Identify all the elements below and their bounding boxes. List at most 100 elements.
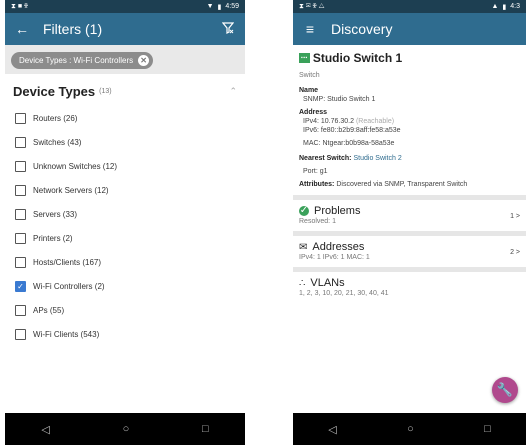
app-bar: ≡ Discovery — [293, 13, 526, 45]
option-label: Switches (43) — [33, 137, 82, 147]
vlans-section[interactable]: ∴ VLANs 1, 2, 3, 10, 20, 21, 30, 40, 41 — [293, 272, 526, 303]
status-time: 4:3 — [510, 3, 520, 10]
status-bar: ⧗ ■ ✠ ▼ ▮ 4:59 — [5, 0, 245, 13]
option-label: Hosts/Clients (167) — [33, 257, 102, 267]
discovery-phone: ⧗ ✉ ✠ △ ▲ ▮ 4:3 ≡ Discovery ▪▪▪ Studio S… — [293, 0, 526, 445]
option-aps[interactable]: APs (55) — [5, 298, 245, 322]
option-label: Printers (2) — [33, 233, 73, 243]
home-circle-icon[interactable]: ○ — [123, 423, 130, 435]
page-title: Discovery — [331, 21, 393, 37]
name-label: Name — [299, 87, 319, 94]
discovery-content: ▪▪▪ Studio Switch 1 Switch Name SNMP: St… — [293, 45, 526, 413]
vlans-title: VLANs — [310, 277, 345, 289]
battery-icon: ▮ — [217, 3, 222, 11]
close-icon[interactable]: ✕ — [138, 55, 150, 66]
section-count: (13) — [99, 88, 112, 95]
home-circle-icon[interactable]: ○ — [407, 423, 414, 435]
option-label: APs (55) — [33, 305, 65, 315]
back-arrow-icon[interactable]: ← — [15, 21, 29, 37]
checkbox[interactable] — [15, 184, 26, 196]
back-triangle-icon[interactable]: ◁ — [41, 423, 49, 436]
recents-square-icon[interactable]: □ — [484, 423, 491, 435]
checkbox[interactable] — [15, 136, 26, 148]
addresses-section[interactable]: ✉ Addresses IPv4: 1 IPv6: 1 MAC: 1 2 > — [293, 236, 526, 267]
option-label: Routers (26) — [33, 113, 78, 123]
system-nav-bar: ◁ ○ □ — [5, 413, 245, 445]
network-icon: ▲ — [491, 3, 499, 10]
nearest-switch-label: Nearest Switch: — [299, 155, 352, 162]
active-filters: Device Types : Wi-Fi Controllers ✕ — [5, 45, 245, 74]
snmp-name: SNMP: Studio Switch 1 — [303, 96, 376, 103]
status-time: 4:59 — [225, 3, 239, 10]
option-label: Unknown Switches (12) — [33, 161, 118, 171]
section-title: Device Types — [13, 84, 96, 99]
menu-icon[interactable]: ≡ — [303, 21, 317, 37]
option-wifi-clients[interactable]: Wi-Fi Clients (543) — [5, 322, 245, 346]
option-printers[interactable]: Printers (2) — [5, 226, 245, 250]
option-unknown-switches[interactable]: Unknown Switches (12) — [5, 154, 245, 178]
checkbox[interactable] — [15, 232, 26, 244]
option-hosts-clients[interactable]: Hosts/Clients (167) — [5, 250, 245, 274]
option-switches[interactable]: Switches (43) — [5, 130, 245, 154]
checkbox[interactable] — [15, 256, 26, 268]
addresses-sub: IPv4: 1 IPv6: 1 MAC: 1 — [299, 254, 370, 261]
status-bar: ⧗ ✉ ✠ △ ▲ ▮ 4:3 — [293, 0, 526, 13]
reachable-status: (Reachable) — [355, 118, 395, 125]
switch-icon: ▪▪▪ — [299, 53, 310, 63]
nearest-switch-row: Nearest Switch: Studio Switch 2 — [299, 154, 520, 163]
checkbox[interactable] — [15, 304, 26, 316]
option-servers[interactable]: Servers (33) — [5, 202, 245, 226]
checkbox[interactable] — [15, 208, 26, 220]
option-wifi-controllers[interactable]: ✓ Wi-Fi Controllers (2) — [5, 274, 245, 298]
device-types-header[interactable]: Device Types (13) ⌃ — [5, 74, 245, 106]
option-routers[interactable]: Routers (26) — [5, 106, 245, 130]
port-value: Port: g1 — [303, 168, 328, 175]
app-bar: ← Filters (1) — [5, 13, 245, 45]
option-label: Wi-Fi Controllers (2) — [33, 281, 105, 291]
vlans-sub: 1, 2, 3, 10, 20, 21, 30, 40, 41 — [299, 290, 389, 297]
device-name: Studio Switch 1 — [312, 51, 403, 65]
vlan-nodes-icon: ∴ — [299, 277, 306, 289]
checkbox[interactable] — [15, 160, 26, 172]
status-icons: ⧗ ✉ ✠ △ — [299, 2, 325, 10]
recents-square-icon[interactable]: □ — [202, 423, 209, 435]
check-circle-icon: ✓ — [299, 205, 309, 216]
envelope-icon: ✉ — [299, 241, 308, 253]
filters-content: Device Types : Wi-Fi Controllers ✕ Devic… — [5, 45, 245, 413]
problems-title: Problems — [314, 205, 361, 217]
ipv4-row: IPv4: 10.76.30.2 (Reachable) — [299, 117, 520, 126]
ipv4-value: IPv4: 10.76.30.2 — [303, 118, 354, 125]
attributes-value: Discovered via SNMP, Transparent Switch — [336, 181, 468, 188]
filters-phone: ⧗ ■ ✠ ▼ ▮ 4:59 ← Filters (1) Device Type… — [5, 0, 245, 445]
attributes-row: Attributes: Discovered via SNMP, Transpa… — [299, 180, 520, 189]
filter-chip-label: Device Types : Wi-Fi Controllers — [19, 56, 134, 65]
filter-chip[interactable]: Device Types : Wi-Fi Controllers ✕ — [11, 52, 154, 69]
chevron-up-icon[interactable]: ⌃ — [229, 86, 237, 97]
back-triangle-icon[interactable]: ◁ — [328, 423, 336, 436]
checkbox-checked[interactable]: ✓ — [15, 280, 26, 292]
checkbox[interactable] — [15, 328, 26, 340]
device-type: Switch — [299, 72, 320, 79]
option-label: Servers (33) — [33, 209, 78, 219]
battery-icon: ▮ — [502, 3, 507, 11]
system-nav-bar: ◁ ○ □ — [293, 413, 526, 445]
problems-section[interactable]: ✓ Problems Resolved: 1 1 > — [293, 200, 526, 231]
mac-value: MAC: Ntgear:b0b98a-58a53e — [303, 140, 395, 147]
wrench-fab-button[interactable]: 🔧 — [492, 377, 518, 403]
device-card: ▪▪▪ Studio Switch 1 Switch Name SNMP: St… — [293, 45, 526, 195]
nearest-switch-link[interactable]: Studio Switch 2 — [353, 155, 401, 162]
checkbox[interactable] — [15, 112, 26, 124]
status-icons: ⧗ ■ ✠ — [11, 2, 29, 10]
address-label: Address — [299, 109, 328, 116]
attributes-label: Attributes: — [299, 181, 335, 188]
option-label: Wi-Fi Clients (543) — [33, 329, 100, 339]
problems-sub: Resolved: 1 — [299, 218, 336, 225]
page-title: Filters (1) — [43, 21, 103, 37]
device-type-options: Routers (26) Switches (43) Unknown Switc… — [5, 106, 245, 346]
problems-count[interactable]: 1 > — [510, 213, 520, 220]
wrench-icon: 🔧 — [496, 382, 514, 397]
addresses-count[interactable]: 2 > — [510, 249, 520, 256]
option-label: Network Servers (12) — [33, 185, 109, 195]
option-network-servers[interactable]: Network Servers (12) — [5, 178, 245, 202]
clear-filter-icon[interactable] — [221, 21, 235, 37]
